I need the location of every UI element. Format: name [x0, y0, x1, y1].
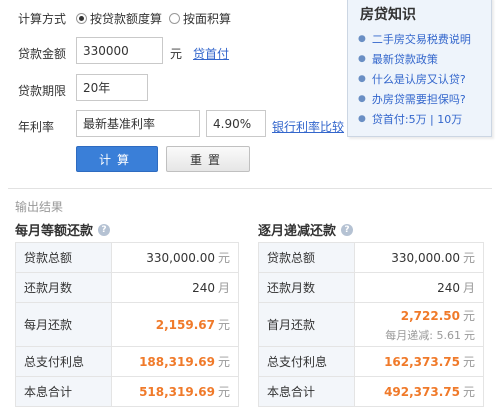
radio-area-label: 按面积算 [183, 12, 232, 26]
knowledge-item-label: 最新贷款政策 [371, 53, 438, 66]
knowledge-item[interactable]: ● 二手房交易税费说明 [358, 31, 471, 47]
knowledge-item-label: 贷首付:5万 | 10万 [371, 113, 463, 126]
decreasing-payment-title-text: 逐月递减还款 [258, 224, 337, 239]
row-key: 每月还款 [15, 302, 112, 347]
row-key: 总支付利息 [258, 346, 355, 377]
bullet-icon: ● [358, 94, 366, 104]
equal-payment-table: 贷款总额 330,000.00 元 还款月数 240 月 每月还款 2,159.67… [15, 242, 239, 407]
row-key: 本息合计 [15, 376, 112, 407]
row-unit: 元 [464, 328, 475, 342]
row-value-cell: 518,319.69 元 [111, 376, 239, 407]
knowledge-item[interactable]: ● 最新贷款政策 [358, 51, 438, 67]
table-row: 贷款总额 330,000.00 元 [15, 242, 239, 273]
loan-amount-label: 贷款金额 [18, 47, 67, 61]
row-value-cell: 162,373.75 元 [354, 346, 484, 377]
decreasing-payment-title: 逐月递减还款? [258, 220, 354, 239]
help-icon[interactable]: ? [341, 223, 354, 236]
table-row: 贷款总额 330,000.00 元 [258, 242, 484, 273]
first-month-payment-value: 2,722.50 [400, 308, 460, 323]
rate-input[interactable]: 4.90% [206, 110, 266, 137]
row-value-cell: 2,722.50 元 每月递减: 5.61 元 [354, 302, 484, 347]
row-value-cell: 240 月 [354, 272, 484, 303]
bullet-icon: ● [358, 54, 366, 64]
row-key: 贷款总额 [258, 242, 355, 273]
row-value-cell: 240 月 [111, 272, 239, 303]
row-unit: 元 [462, 251, 475, 265]
knowledge-item[interactable]: ● 贷首付:5万 | 10万 [358, 111, 462, 127]
knowledge-title: 房贷知识 [360, 7, 416, 23]
table-row: 还款月数 240 月 [258, 272, 484, 303]
total-interest-value: 188,319.69 [139, 355, 215, 369]
loan-amount-unit: 元 [170, 47, 183, 61]
decreasing-payment-table: 贷款总额 330,000.00 元 还款月数 240 月 首月还款 2,722.50… [258, 242, 484, 407]
calc-method-label: 计算方式 [18, 12, 67, 26]
table-row: 还款月数 240 月 [15, 272, 239, 303]
equal-payment-title-text: 每月等额还款 [15, 224, 94, 239]
row-value: 330,000.00 [391, 251, 460, 265]
row-key: 首月还款 [258, 302, 355, 347]
row-unit: 月 [462, 281, 475, 295]
row-value-cell: 492,373.75 元 [354, 376, 484, 407]
row-value-cell: 330,000.00 元 [354, 242, 484, 273]
loan-amount-input[interactable]: 330000 [76, 37, 163, 64]
table-row: 总支付利息 162,373.75 元 [258, 346, 484, 377]
radio-checked-icon [76, 13, 87, 24]
divider [8, 188, 492, 189]
table-row: 总支付利息 188,319.69 元 [15, 346, 239, 377]
row-value: 240 [192, 281, 215, 295]
knowledge-item-label: 办房贷需要担保吗? [371, 93, 466, 106]
loan-term-label: 贷款期限 [18, 84, 67, 98]
calculate-button[interactable]: 计算 [76, 146, 158, 172]
knowledge-item-label: 二手房交易税费说明 [371, 33, 471, 46]
row-unit: 元 [462, 355, 475, 369]
total-sum-value: 518,319.69 [139, 385, 215, 399]
bullet-icon: ● [358, 34, 366, 44]
row-value-cell: 330,000.00 元 [111, 242, 239, 273]
row-unit: 月 [217, 281, 230, 295]
radio-area[interactable]: 按面积算 [169, 10, 231, 27]
row-key: 贷款总额 [15, 242, 112, 273]
reset-button[interactable]: 重置 [166, 146, 250, 172]
row-unit: 元 [217, 385, 230, 399]
radio-loan-amount[interactable]: 按贷款额度算 [76, 10, 162, 27]
help-icon[interactable]: ? [98, 223, 111, 236]
monthly-payment-value: 2,159.67 [155, 318, 215, 332]
rate-type-select[interactable]: 最新基准利率 [76, 110, 200, 137]
loan-term-select[interactable]: 20年 [76, 74, 148, 101]
row-value-cell: 2,159.67 元 [111, 302, 239, 347]
radio-loan-amount-label: 按贷款额度算 [90, 12, 163, 26]
row-unit: 元 [217, 251, 230, 265]
bullet-icon: ● [358, 114, 366, 124]
total-sum-value: 492,373.75 [384, 385, 460, 399]
row-value: 330,000.00 [146, 251, 215, 265]
knowledge-item-label: 什么是认房又认贷? [371, 73, 466, 86]
equal-payment-title: 每月等额还款? [15, 220, 111, 239]
output-section-title: 输出结果 [15, 200, 64, 214]
table-row: 本息合计 518,319.69 元 [15, 376, 239, 407]
down-payment-link[interactable]: 贷首付 [193, 45, 229, 62]
row-unit: 元 [462, 308, 475, 323]
table-row: 本息合计 492,373.75 元 [258, 376, 484, 407]
row-value-cell: 188,319.69 元 [111, 346, 239, 377]
radio-unchecked-icon [169, 13, 180, 24]
knowledge-item[interactable]: ● 什么是认房又认贷? [358, 71, 466, 87]
row-unit: 元 [462, 385, 475, 399]
table-row: 首月还款 2,722.50 元 每月递减: 5.61 元 [258, 302, 484, 347]
row-value: 240 [437, 281, 460, 295]
bullet-icon: ● [358, 74, 366, 84]
row-key: 还款月数 [15, 272, 112, 303]
monthly-decrease-value: 5.61 [436, 328, 462, 342]
row-key: 还款月数 [258, 272, 355, 303]
row-key: 本息合计 [258, 376, 355, 407]
row-key: 总支付利息 [15, 346, 112, 377]
annual-rate-label: 年利率 [18, 120, 55, 134]
mortgage-knowledge-panel: 房贷知识 ● 二手房交易税费说明 ● 最新贷款政策 ● 什么是认房又认贷? ● 办房贷需… [347, 0, 492, 137]
total-interest-value: 162,373.75 [384, 355, 460, 369]
monthly-decrease-label: 每月递减: [385, 328, 433, 342]
row-unit: 元 [217, 318, 230, 332]
rate-compare-link[interactable]: 银行利率比较 [272, 118, 344, 135]
knowledge-item[interactable]: ● 办房贷需要担保吗? [358, 91, 466, 107]
table-row: 每月还款 2,159.67 元 [15, 302, 239, 347]
row-unit: 元 [217, 355, 230, 369]
